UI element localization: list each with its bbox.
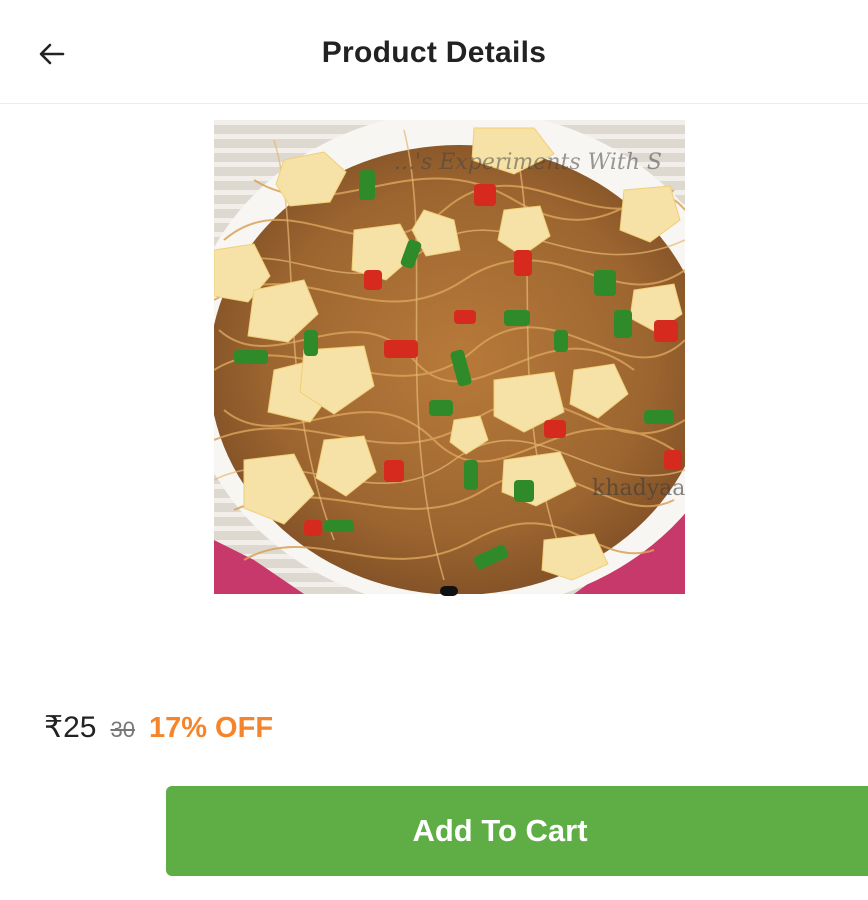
product-image[interactable]: ...'s Experiments With S khadyaa <box>214 120 685 594</box>
selling-price: ₹25 <box>44 711 97 744</box>
discount-badge: 17% OFF <box>148 712 274 744</box>
add-to-cart-label: Add To Cart <box>412 813 588 848</box>
price-row: ₹25 30 17% OFF <box>44 710 273 750</box>
image-watermark-brand: khadyaa <box>592 476 685 501</box>
noodles-photo <box>214 120 685 594</box>
add-to-cart-button[interactable]: Add To Cart <box>166 786 868 876</box>
app-header: Product Details <box>0 0 868 104</box>
page-title: Product Details <box>321 36 547 69</box>
carousel-indicator-dot[interactable] <box>440 586 458 596</box>
image-watermark: ...'s Experiments With S <box>394 150 662 175</box>
original-price: 30 <box>110 717 135 742</box>
